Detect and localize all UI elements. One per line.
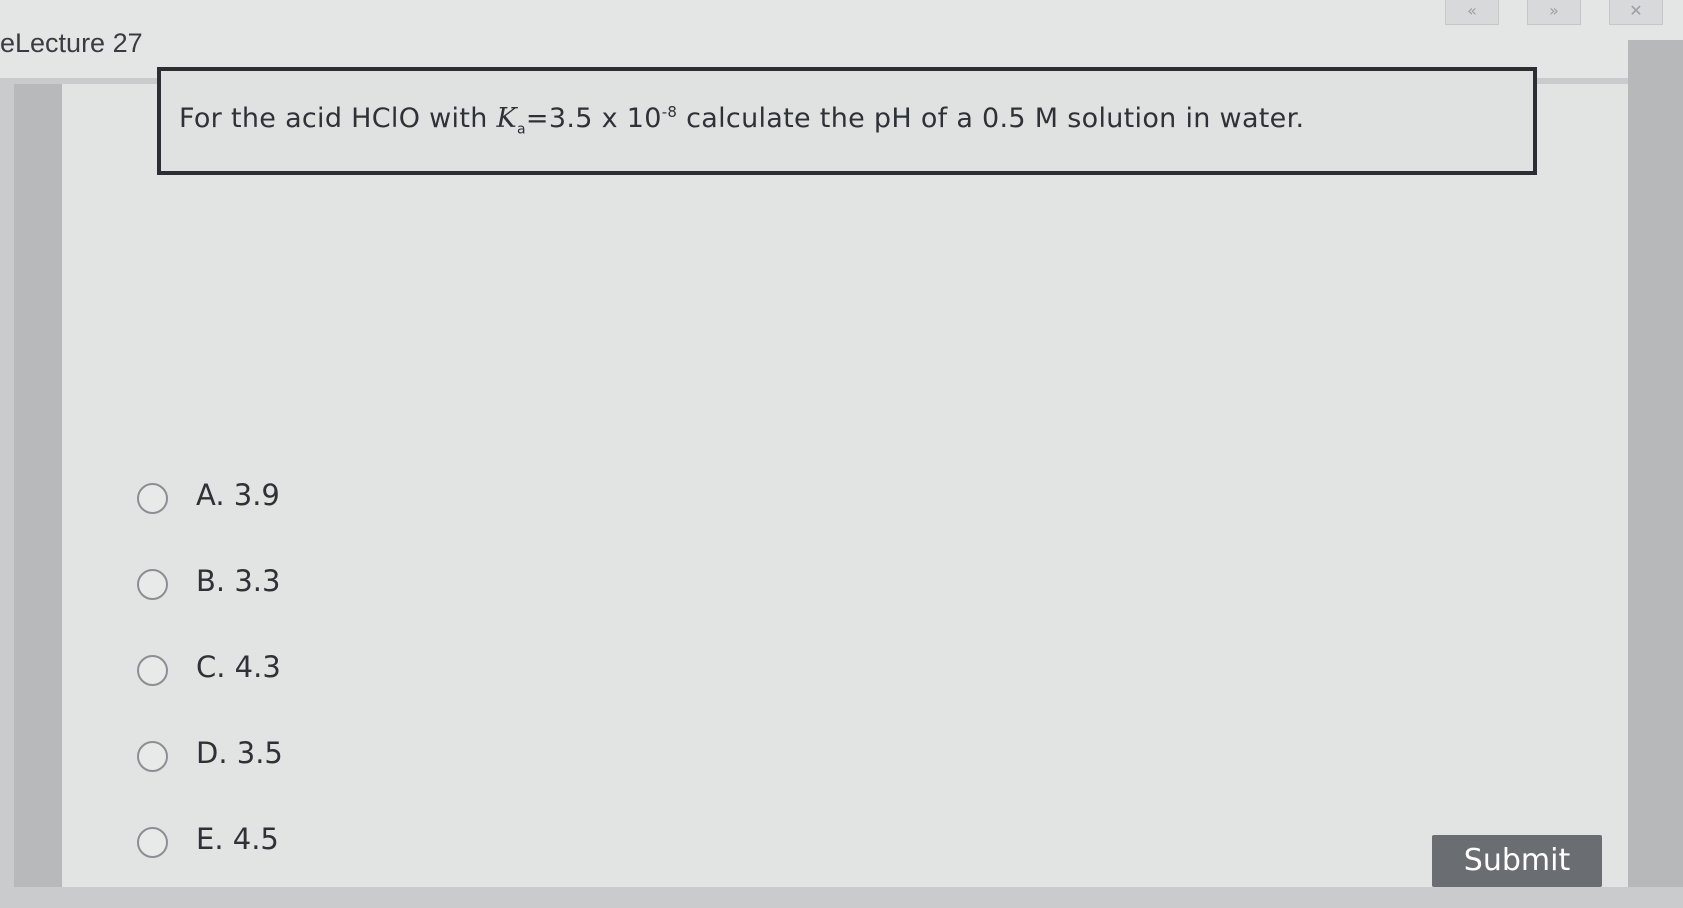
- option-label: B. 3.3: [196, 564, 281, 598]
- fast-forward-icon[interactable]: »: [1527, 0, 1581, 25]
- radio-button-b[interactable]: [137, 569, 168, 600]
- option-label: D. 3.5: [196, 736, 283, 770]
- radio-button-c[interactable]: [137, 655, 168, 686]
- window-controls: « » ✕: [1445, 0, 1663, 25]
- submit-button[interactable]: Submit: [1432, 835, 1602, 887]
- radio-button-e[interactable]: [137, 827, 168, 858]
- option-label: E. 4.5: [196, 822, 279, 856]
- option-label: A. 3.9: [196, 478, 280, 512]
- question-text: For the acid HClO with Ka=3.5 x 10-8 cal…: [179, 103, 1304, 137]
- lecture-title: eLecture 27: [0, 28, 143, 58]
- option-c[interactable]: C. 4.3: [137, 650, 283, 736]
- question-prefix: For the acid HClO with: [179, 103, 497, 134]
- option-e[interactable]: E. 4.5: [137, 822, 283, 908]
- left-margin: [14, 84, 62, 887]
- question-suffix: calculate the pH of a 0.5 M solution in …: [677, 103, 1305, 134]
- option-a[interactable]: A. 3.9: [137, 478, 283, 564]
- ka-exponent: -8: [661, 103, 678, 121]
- option-label: C. 4.3: [196, 650, 281, 684]
- right-margin: [1628, 40, 1683, 887]
- radio-button-d[interactable]: [137, 741, 168, 772]
- ka-symbol: K: [496, 103, 518, 134]
- ka-value: =3.5 x 10: [525, 103, 662, 134]
- answer-options: A. 3.9 B. 3.3 C. 4.3 D. 3.5 E. 4.5: [137, 478, 283, 908]
- ka-subscript: a: [517, 121, 526, 138]
- option-d[interactable]: D. 3.5: [137, 736, 283, 822]
- option-b[interactable]: B. 3.3: [137, 564, 283, 650]
- close-icon[interactable]: ✕: [1609, 0, 1663, 25]
- question-panel: [62, 84, 1628, 887]
- rewind-icon[interactable]: «: [1445, 0, 1499, 25]
- question-box: For the acid HClO with Ka=3.5 x 10-8 cal…: [157, 67, 1537, 175]
- radio-button-a[interactable]: [137, 483, 168, 514]
